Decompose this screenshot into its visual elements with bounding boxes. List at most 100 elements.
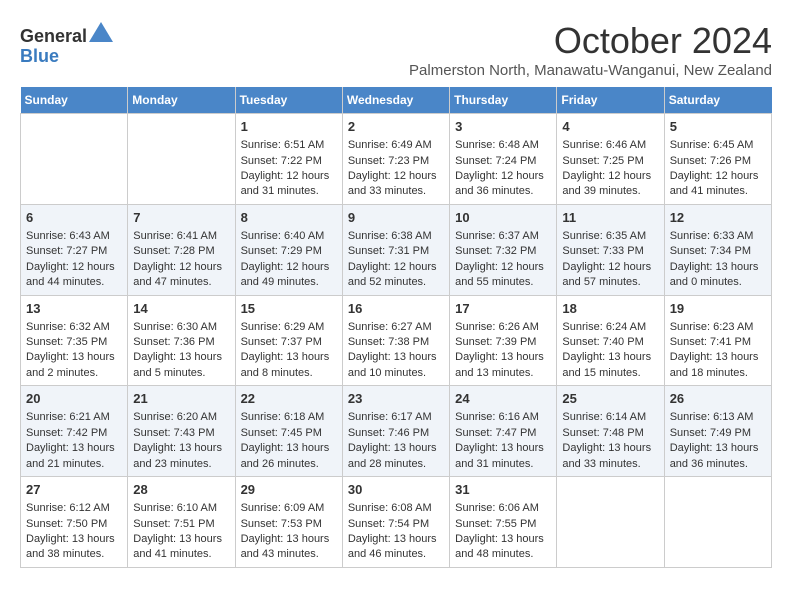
daylight-text: Daylight: 13 hours and 8 minutes.: [241, 350, 337, 381]
day-number: 23: [348, 390, 444, 408]
header-thursday: Thursday: [450, 87, 557, 114]
calendar-cell: 13Sunrise: 6:32 AMSunset: 7:35 PMDayligh…: [21, 295, 128, 386]
day-number: 16: [348, 300, 444, 318]
sunset-text: Sunset: 7:22 PM: [241, 154, 337, 169]
daylight-text: Daylight: 12 hours and 49 minutes.: [241, 260, 337, 291]
daylight-text: Daylight: 13 hours and 18 minutes.: [670, 350, 766, 381]
sunset-text: Sunset: 7:31 PM: [348, 244, 444, 259]
daylight-text: Daylight: 13 hours and 46 minutes.: [348, 532, 444, 563]
calendar-week-2: 6Sunrise: 6:43 AMSunset: 7:27 PMDaylight…: [21, 204, 772, 295]
calendar-cell: 8Sunrise: 6:40 AMSunset: 7:29 PMDaylight…: [235, 204, 342, 295]
sunrise-text: Sunrise: 6:29 AM: [241, 320, 337, 335]
day-number: 31: [455, 481, 551, 499]
sunset-text: Sunset: 7:25 PM: [562, 154, 658, 169]
sunset-text: Sunset: 7:32 PM: [455, 244, 551, 259]
page-header: General Blue October 2024 Palmerston Nor…: [20, 20, 772, 79]
header-wednesday: Wednesday: [342, 87, 449, 114]
calendar-cell: [664, 477, 771, 568]
sunrise-text: Sunrise: 6:17 AM: [348, 410, 444, 425]
calendar-cell: [128, 114, 235, 205]
calendar-cell: 3Sunrise: 6:48 AMSunset: 7:24 PMDaylight…: [450, 114, 557, 205]
calendar-cell: 14Sunrise: 6:30 AMSunset: 7:36 PMDayligh…: [128, 295, 235, 386]
logo-blue-text: Blue: [20, 47, 113, 67]
daylight-text: Daylight: 13 hours and 15 minutes.: [562, 350, 658, 381]
daylight-text: Daylight: 12 hours and 36 minutes.: [455, 169, 551, 200]
daylight-text: Daylight: 12 hours and 52 minutes.: [348, 260, 444, 291]
sunset-text: Sunset: 7:45 PM: [241, 426, 337, 441]
sunrise-text: Sunrise: 6:43 AM: [26, 229, 122, 244]
day-number: 20: [26, 390, 122, 408]
calendar-cell: 9 Sunrise: 6:38 AMSunset: 7:31 PMDaylight…: [342, 204, 449, 295]
sunset-text: Sunset: 7:28 PM: [133, 244, 229, 259]
sunrise-text: Sunrise: 6:38 AM: [348, 229, 444, 244]
day-number: 10: [455, 209, 551, 227]
header-tuesday: Tuesday: [235, 87, 342, 114]
daylight-text: Daylight: 12 hours and 44 minutes.: [26, 260, 122, 291]
calendar-week-1: 1Sunrise: 6:51 AMSunset: 7:22 PMDaylight…: [21, 114, 772, 205]
calendar-cell: 1 Sunrise: 6:51 AMSunset: 7:22 PMDaylight…: [235, 114, 342, 205]
day-number: 17: [455, 300, 551, 318]
sunset-text: Sunset: 7:27 PM: [26, 244, 122, 259]
calendar-cell: 25Sunrise: 6:14 AMSunset: 7:48 PMDayligh…: [557, 386, 664, 477]
header-saturday: Saturday: [664, 87, 771, 114]
sunset-text: Sunset: 7:39 PM: [455, 335, 551, 350]
calendar-cell: 2Sunrise: 6:49 AMSunset: 7:23 PMDaylight…: [342, 114, 449, 205]
logo-icon: [89, 22, 113, 42]
sunrise-text: Sunrise: 6:51 AM: [241, 138, 337, 153]
location-text: Palmerston North, Manawatu-Wanganui, New…: [409, 62, 772, 79]
calendar-cell: 23Sunrise: 6:17 AMSunset: 7:46 PMDayligh…: [342, 386, 449, 477]
daylight-text: Daylight: 13 hours and 31 minutes.: [455, 441, 551, 472]
daylight-text: Daylight: 12 hours and 47 minutes.: [133, 260, 229, 291]
day-number: 9: [348, 209, 444, 227]
sunset-text: Sunset: 7:46 PM: [348, 426, 444, 441]
sunset-text: Sunset: 7:47 PM: [455, 426, 551, 441]
daylight-text: Daylight: 13 hours and 48 minutes.: [455, 532, 551, 563]
day-number: 3: [455, 118, 551, 136]
daylight-text: Daylight: 13 hours and 43 minutes.: [241, 532, 337, 563]
calendar-cell: 10 Sunrise: 6:37 AMSunset: 7:32 PMDayligh…: [450, 204, 557, 295]
day-number: 2: [348, 118, 444, 136]
day-number: 21: [133, 390, 229, 408]
sunrise-text: Sunrise: 6:08 AM: [348, 501, 444, 516]
day-number: 7: [133, 209, 229, 227]
daylight-text: Daylight: 13 hours and 13 minutes.: [455, 350, 551, 381]
sunrise-text: Sunrise: 6:32 AM: [26, 320, 122, 335]
day-number: 5: [670, 118, 766, 136]
sunset-text: Sunset: 7:24 PM: [455, 154, 551, 169]
sunrise-text: Sunrise: 6:37 AM: [455, 229, 551, 244]
daylight-text: Daylight: 12 hours and 31 minutes.: [241, 169, 337, 200]
daylight-text: Daylight: 12 hours and 55 minutes.: [455, 260, 551, 291]
daylight-text: Daylight: 13 hours and 21 minutes.: [26, 441, 122, 472]
sunrise-text: Sunrise: 6:46 AM: [562, 138, 658, 153]
sunrise-text: Sunrise: 6:26 AM: [455, 320, 551, 335]
daylight-text: Daylight: 12 hours and 41 minutes.: [670, 169, 766, 200]
day-number: 14: [133, 300, 229, 318]
sunset-text: Sunset: 7:43 PM: [133, 426, 229, 441]
sunset-text: Sunset: 7:48 PM: [562, 426, 658, 441]
daylight-text: Daylight: 13 hours and 36 minutes.: [670, 441, 766, 472]
day-number: 28: [133, 481, 229, 499]
calendar-cell: 21Sunrise: 6:20 AMSunset: 7:43 PMDayligh…: [128, 386, 235, 477]
day-number: 12: [670, 209, 766, 227]
sunrise-text: Sunrise: 6:30 AM: [133, 320, 229, 335]
daylight-text: Daylight: 13 hours and 0 minutes.: [670, 260, 766, 291]
calendar-week-5: 27Sunrise: 6:12 AMSunset: 7:50 PMDayligh…: [21, 477, 772, 568]
calendar-cell: 4Sunrise: 6:46 AMSunset: 7:25 PMDaylight…: [557, 114, 664, 205]
sunrise-text: Sunrise: 6:21 AM: [26, 410, 122, 425]
calendar-cell: 24Sunrise: 6:16 AMSunset: 7:47 PMDayligh…: [450, 386, 557, 477]
sunrise-text: Sunrise: 6:27 AM: [348, 320, 444, 335]
calendar-cell: 28Sunrise: 6:10 AMSunset: 7:51 PMDayligh…: [128, 477, 235, 568]
day-number: 1: [241, 118, 337, 136]
sunset-text: Sunset: 7:35 PM: [26, 335, 122, 350]
calendar-cell: 15Sunrise: 6:29 AMSunset: 7:37 PMDayligh…: [235, 295, 342, 386]
calendar-cell: 5Sunrise: 6:45 AMSunset: 7:26 PMDaylight…: [664, 114, 771, 205]
sunrise-text: Sunrise: 6:10 AM: [133, 501, 229, 516]
calendar-cell: 19Sunrise: 6:23 AMSunset: 7:41 PMDayligh…: [664, 295, 771, 386]
day-number: 27: [26, 481, 122, 499]
calendar-cell: 18Sunrise: 6:24 AMSunset: 7:40 PMDayligh…: [557, 295, 664, 386]
sunrise-text: Sunrise: 6:24 AM: [562, 320, 658, 335]
sunset-text: Sunset: 7:26 PM: [670, 154, 766, 169]
sunset-text: Sunset: 7:38 PM: [348, 335, 444, 350]
calendar-cell: 26Sunrise: 6:13 AMSunset: 7:49 PMDayligh…: [664, 386, 771, 477]
sunset-text: Sunset: 7:33 PM: [562, 244, 658, 259]
